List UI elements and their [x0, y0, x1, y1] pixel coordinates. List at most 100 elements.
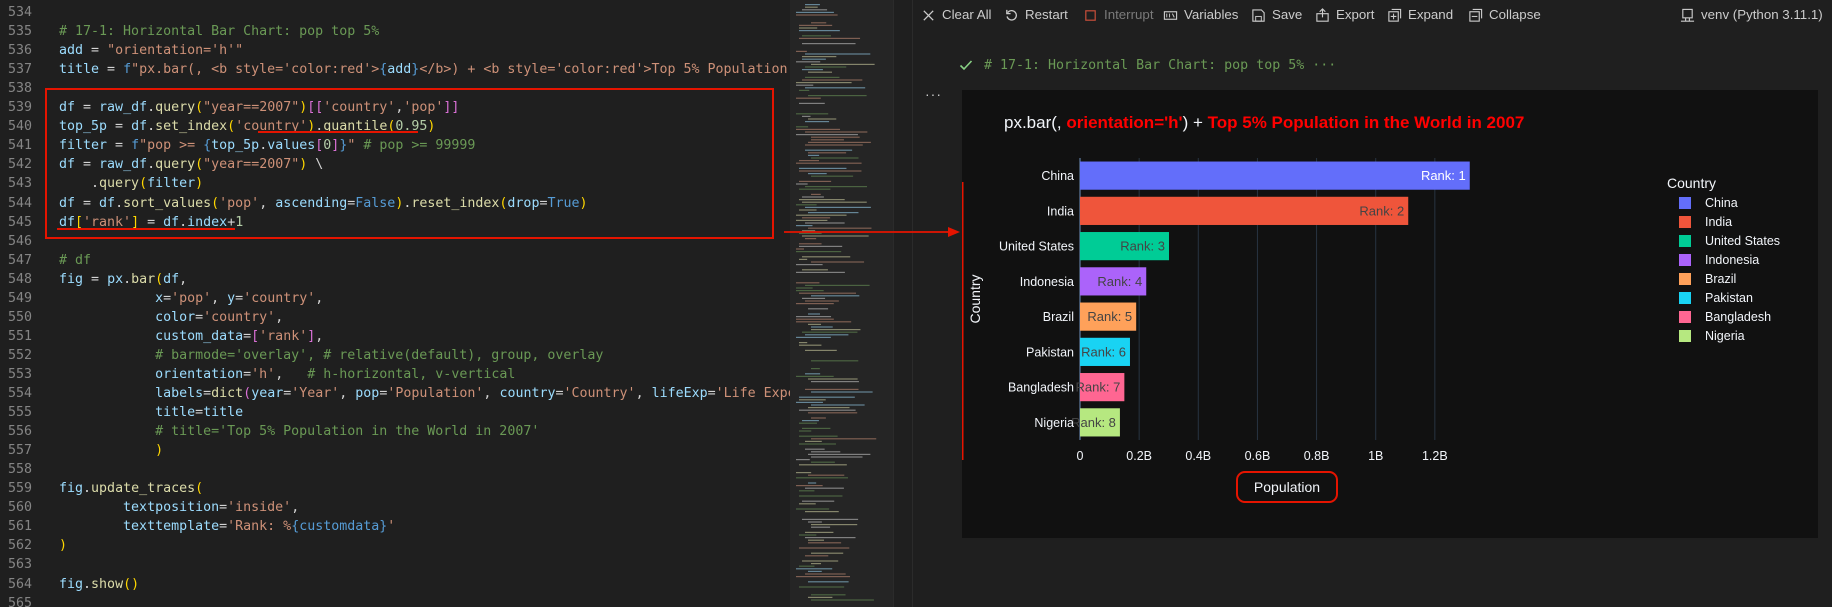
clear-all-button[interactable]: Clear All: [921, 0, 992, 30]
line-number: 556: [7, 424, 32, 440]
line-number: 535: [7, 24, 32, 40]
chart-title: px.bar(, orientation='h') + Top 5% Popul…: [1004, 113, 1524, 132]
bar-label: Rank: 8: [1071, 415, 1116, 430]
line-number: 541: [7, 138, 32, 154]
save-label: Save: [1272, 7, 1303, 22]
code-line[interactable]: 553 orientation='h', # h-horizontal, v-v…: [0, 365, 790, 384]
cell-header[interactable]: # 17-1: Horizontal Bar Chart: pop top 5%…: [984, 54, 1336, 78]
editor-vertical-scrollbar[interactable]: [893, 0, 905, 607]
variables-icon: [1163, 10, 1178, 20]
line-number: 534: [7, 5, 32, 20]
code-line[interactable]: 551 custom_data=['rank'],: [0, 327, 790, 346]
save-button[interactable]: Save: [1251, 0, 1302, 30]
line-number: 547: [7, 252, 32, 268]
bar-chart-svg: px.bar(, orientation='h') + Top 5% Popul…: [962, 113, 1780, 503]
legend-item: Nigeria: [1705, 329, 1745, 343]
code-line[interactable]: 564 fig.show(): [0, 575, 790, 594]
kernel-label: venv (Python 3.11.1): [1701, 7, 1823, 22]
bar-label: Rank: 4: [1097, 274, 1142, 289]
variables-button[interactable]: Variables: [1163, 0, 1238, 30]
legend-item: Indonesia: [1705, 253, 1759, 267]
expand-icon: [1388, 8, 1402, 22]
code-line[interactable]: 561 texttemplate='Rank: %{customdata}': [0, 517, 790, 536]
chart-title-part: px.bar(,: [1004, 113, 1066, 132]
code-line[interactable]: 562): [0, 536, 790, 555]
chart-title-part: Top 5% Population in the World in 2007: [1208, 113, 1525, 132]
bar-label: Rank: 1: [1421, 168, 1466, 183]
x-tick-label: 0: [1077, 449, 1084, 463]
interactive-toolbar: Clear All Restart Interrupt Variables Sa…: [913, 0, 1832, 30]
expand-label: Expand: [1408, 7, 1454, 22]
code-text: fig.show(): [59, 576, 140, 592]
code-line[interactable]: 554 labels=dict(year='Year', pop='Popula…: [0, 384, 790, 403]
code-line[interactable]: 534: [0, 3, 790, 22]
legend-swatch: [1679, 235, 1691, 247]
code-line[interactable]: 536 add = "orientation='h'": [0, 41, 790, 60]
code-highlight-box: [45, 88, 774, 239]
line-number: 548: [7, 271, 32, 287]
code-line[interactable]: 560 textposition='inside',: [0, 498, 790, 517]
code-line[interactable]: 552 # barmode='overlay', # relative(defa…: [0, 346, 790, 365]
code-line[interactable]: 565: [0, 594, 790, 607]
chart-title-part: orientation='h': [1066, 113, 1182, 132]
legend-swatch: [1679, 330, 1691, 342]
y-tick-label: Pakistan: [1026, 345, 1074, 359]
bar-label: Rank: 5: [1087, 309, 1132, 324]
minimap-slider[interactable]: [790, 0, 894, 607]
code-text: color='country',: [155, 309, 284, 325]
bar-label: Rank: 2: [1359, 203, 1404, 218]
y-tick-label: Bangladesh: [1008, 381, 1074, 395]
code-line[interactable]: 548 fig = px.bar(df,: [0, 270, 790, 289]
interrupt-button[interactable]: Interrupt: [1083, 0, 1154, 30]
line-number: 560: [7, 500, 32, 516]
export-icon: [1316, 7, 1329, 22]
code-text: x='pop', y='country',: [155, 290, 324, 306]
code-line[interactable]: 550 color='country',: [0, 308, 790, 327]
kernel-picker[interactable]: venv (Python 3.11.1): [1680, 0, 1823, 30]
interrupt-label: Interrupt: [1104, 7, 1154, 22]
code-line[interactable]: 559 fig.update_traces(: [0, 479, 790, 498]
line-number: 565: [7, 595, 32, 607]
code-text: custom_data=['rank'],: [155, 328, 324, 344]
line-number: 558: [7, 462, 32, 478]
code-line[interactable]: 556 # title='Top 5% Population in the Wo…: [0, 422, 790, 441]
code-text: texttemplate='Rank: %{customdata}': [123, 519, 396, 535]
export-button[interactable]: Export: [1315, 0, 1374, 30]
line-number: 538: [7, 81, 32, 97]
line-number: 550: [7, 309, 32, 325]
code-line[interactable]: 537 title = f"px.bar(, <b style='color:re…: [0, 60, 790, 79]
quantile-underline: [258, 131, 418, 133]
line-number: 543: [7, 176, 32, 192]
line-number: 537: [7, 62, 32, 78]
expand-button[interactable]: Expand: [1387, 0, 1453, 30]
legend-swatch: [1679, 197, 1691, 209]
chart-title-part: ) +: [1183, 113, 1208, 132]
line-number: 546: [7, 233, 32, 249]
line-number: 539: [7, 100, 32, 116]
collapse-label: Collapse: [1489, 7, 1541, 22]
y-tick-label: United States: [999, 240, 1074, 254]
code-line[interactable]: 535 # 17-1: Horizontal Bar Chart: pop top…: [0, 22, 790, 41]
collapse-icon: [1469, 8, 1483, 22]
collapse-button[interactable]: Collapse: [1468, 0, 1541, 30]
code-line[interactable]: 558: [0, 460, 790, 479]
plotly-chart[interactable]: px.bar(, orientation='h') + Top 5% Popul…: [962, 90, 1818, 538]
kernel-icon: [1680, 8, 1695, 22]
rank-underline: [57, 228, 235, 230]
code-line[interactable]: 563: [0, 555, 790, 574]
legend-swatch: [1679, 292, 1691, 304]
code-line[interactable]: 547 # df: [0, 251, 790, 270]
restart-icon: [1006, 9, 1017, 21]
code-line[interactable]: 557 ): [0, 441, 790, 460]
close-icon: [923, 9, 934, 21]
code-text: ): [59, 538, 68, 554]
y-tick-label: India: [1047, 204, 1074, 218]
code-text: add = "orientation='h'": [59, 43, 244, 59]
line-number: 536: [7, 43, 32, 59]
restart-button[interactable]: Restart: [1004, 0, 1068, 30]
code-line[interactable]: 555 title=title: [0, 403, 790, 422]
bar-china: [1080, 161, 1470, 190]
x-tick-label: 0.6B: [1245, 449, 1271, 463]
cell-more-button[interactable]: ···: [925, 86, 945, 102]
code-line[interactable]: 549 x='pop', y='country',: [0, 289, 790, 308]
